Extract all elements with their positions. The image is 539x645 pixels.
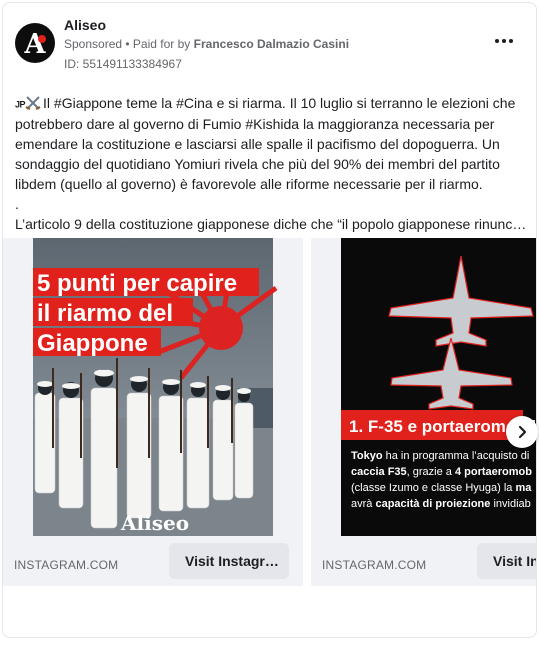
ad-id: ID: 551491133384967 (64, 57, 182, 71)
carousel-card-footer: INSTAGRAM.COM Visit Ins (311, 536, 536, 586)
sponsored-line: Sponsored • Paid for by Francesco Dalmaz… (64, 37, 349, 51)
japan-flag-icon: JP (15, 99, 26, 110)
paid-for-prefix: • Paid for by (125, 37, 191, 51)
avatar-red-dot (38, 35, 46, 43)
post-body-text: Il #Giappone teme la #Cina e si riarma. … (15, 95, 516, 193)
carousel-card-footer: INSTAGRAM.COM Visit Instagr… (3, 536, 303, 586)
more-options-icon[interactable] (492, 29, 516, 53)
paid-for-name: Francesco Dalmazio Casini (193, 37, 350, 51)
carousel-image[interactable]: 5 punti per capire il riarmo del Giappon… (3, 238, 303, 536)
svg-text:(classe Izumo e classe Hyuga): (classe Izumo e classe Hyuga) la ma (351, 482, 532, 494)
chevron-right-icon (518, 425, 527, 439)
svg-text:caccia F35, grazie a 4 portaer: caccia F35, grazie a 4 portaeromob (351, 466, 532, 478)
carousel-card[interactable]: 1. F-35 e portaeromobili Tokyo ha in pro… (311, 238, 536, 586)
link-domain: INSTAGRAM.COM (14, 558, 119, 572)
visit-instagram-button[interactable]: Visit Instagr… (169, 543, 289, 579)
image-title-line-1: 5 punti per capire (37, 270, 237, 297)
post-body: JP Il #Giappone teme la #Cina e si riarma… (15, 93, 527, 234)
carousel-card[interactable]: 5 punti per capire il riarmo del Giappon… (3, 238, 303, 586)
link-domain: INSTAGRAM.COM (322, 558, 427, 572)
carousel-image[interactable]: 1. F-35 e portaeromobili Tokyo ha in pro… (311, 238, 536, 536)
svg-text:avrà capacità di proiezione in: avrà capacità di proiezione invidiab (351, 498, 531, 510)
post-body-paragraph: JP Il #Giappone teme la #Cina e si riarma… (15, 93, 527, 194)
image-watermark: Aliseo (120, 511, 189, 535)
carousel-next-button[interactable] (506, 416, 538, 448)
carousel: 5 punti per capire il riarmo del Giappon… (3, 238, 536, 637)
ad-card: A Aliseo Sponsored • Paid for by Frances… (2, 2, 537, 638)
crossed-swords-icon (25, 96, 41, 110)
f35-carrier-image: 1. F-35 e portaeromobili Tokyo ha in pro… (311, 238, 536, 536)
sponsored-label: Sponsored (64, 37, 123, 51)
page-name[interactable]: Aliseo (64, 17, 106, 33)
svg-text:Tokyo ha in programma l’acquis: Tokyo ha in programma l’acquisto di (351, 450, 529, 462)
post-body-truncated: L’articolo 9 della costituzione giappone… (15, 216, 527, 233)
visit-instagram-button[interactable]: Visit Ins (477, 543, 536, 579)
post-body-separator: . (15, 196, 19, 213)
image-title-line-2: il riarmo del (37, 300, 173, 327)
avatar[interactable]: A (15, 23, 55, 63)
japan-rearmament-image: 5 punti per capire il riarmo del Giappon… (3, 238, 303, 536)
post-header: A Aliseo Sponsored • Paid for by Frances… (15, 17, 524, 73)
image-title-line-3: Giappone (37, 330, 148, 357)
